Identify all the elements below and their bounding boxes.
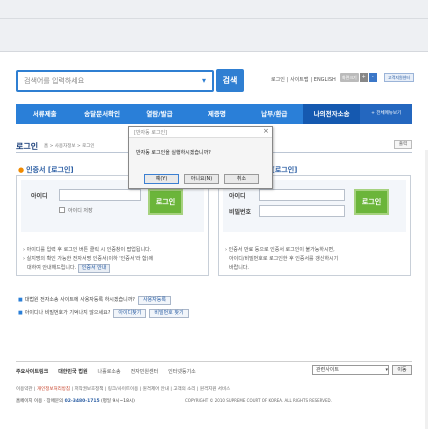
footer-link-main-sites: 주요사이트링크 <box>16 369 49 375</box>
chevron-down-icon[interactable]: ▾ <box>202 77 206 85</box>
nav-item-submit[interactable]: 서류제출 <box>16 104 73 124</box>
search-input[interactable]: 검색어를 입력하세요 ▾ <box>16 70 214 92</box>
find-password-button[interactable]: 비밀번호 찾기 <box>149 309 189 318</box>
id-input[interactable] <box>259 189 345 201</box>
cert-login-heading: ● 인증서 [로그인] <box>18 165 74 175</box>
cert-login-heading-text: 인증서 [로그인] <box>26 166 74 174</box>
bullet-icon: ■ <box>18 310 23 316</box>
main-nav: 서류제출 송달문서확인 열람/발급 제증명 납부/환급 나의전자소송 + 전체메… <box>16 104 412 124</box>
support-center-link[interactable]: 고객지원센터 <box>384 73 414 82</box>
nav-item-certificate[interactable]: 제증명 <box>188 104 245 124</box>
find-id-button[interactable]: 아이디찾기 <box>113 309 147 318</box>
breadcrumb: 홈 > 사용자정보 > 로그인 <box>44 144 95 149</box>
search-button[interactable]: 검색 <box>216 69 244 92</box>
footer-terms[interactable]: 이용약관 | <box>16 387 37 392</box>
cert-note-3-text: 대하여 안내해드립니다. <box>27 265 77 271</box>
save-id-checkbox[interactable] <box>59 207 65 213</box>
no-cert-login-panel: 아이디 비밀번호 로그인 › 인증서 만료 등으로 인증서 로그인이 불가능하시… <box>218 175 411 276</box>
find-account-row: ■ 아이디나 비밀번호가 기억나지 않으세요? 아이디찾기 비밀번호 찾기 <box>18 309 189 318</box>
footer-phone-number: 02-3480-1715 <box>64 399 100 404</box>
no-cert-note-3: 바랍니다. <box>229 265 249 271</box>
dialog-no-button[interactable]: 아니요(N) <box>184 174 219 184</box>
bullet-icon: ■ <box>18 297 23 303</box>
nav-item-payment[interactable]: 납부/환급 <box>246 104 303 124</box>
related-sites-value: 관련사이트 <box>316 367 340 373</box>
footer-link-self-litigation[interactable]: 나홀로소송 <box>98 368 121 375</box>
close-icon[interactable]: × <box>263 127 269 135</box>
find-question: 아이디나 비밀번호가 기억나지 않으세요? <box>24 310 111 316</box>
footer-policy-links: 이용약관 | 개인정보처리방침 | 저작권보호정책 | 링크/사이트이용 | 원… <box>16 386 230 392</box>
related-sites-select[interactable]: 관련사이트 ▾ <box>312 365 389 375</box>
no-cert-note-2: 아이디/비밀번호로 로그인한 후 인증서를 갱신하시기 <box>229 256 339 262</box>
utility-links: 로그인 | 사이트맵 | ENGLISH <box>271 77 336 83</box>
footer-contact: 홈페이지 이용 · 장애문의 02-3480-1715 (평일 9시~18시) <box>16 398 135 404</box>
search-placeholder: 검색어를 입력하세요 <box>24 77 85 85</box>
dialog-message: 반자동 로그인을 실행하시겠습니까? <box>136 150 211 156</box>
page-title: 로그인 <box>16 142 39 151</box>
font-size-label: 화면크기 <box>340 73 359 82</box>
footer-phone-hours: (평일 9시~18시) <box>99 399 135 404</box>
footer-link-civil-center[interactable]: 전자민원센터 <box>131 368 159 375</box>
id-label: 아이디 <box>229 193 246 200</box>
cert-note-2-text: 실지명의 확인 가능한 전자서명 인증서(이하 '인증서'라 함)에 <box>26 256 154 262</box>
id-login-button[interactable]: 로그인 <box>354 189 389 215</box>
footer-copyright: COPYRIGHT © 2010 SUPREME COURT OF KOREA.… <box>185 398 332 403</box>
browser-divider <box>0 18 428 19</box>
no-cert-note-1: › 인증서 만료 등으로 인증서 로그인이 불가능하시면, <box>225 247 335 253</box>
nav-item-my-case[interactable]: 나의전자소송 <box>302 104 361 124</box>
footer-link-court[interactable]: 대한민국 법원 <box>58 368 87 375</box>
print-button[interactable]: 출력 <box>394 140 412 149</box>
bullet-icon: ● <box>18 166 25 174</box>
dialog-yes-button[interactable]: 예(Y) <box>144 174 179 184</box>
footer-privacy-link[interactable]: 개인정보처리방침 <box>37 387 70 392</box>
nav-all-menu[interactable]: + 전체메뉴보기 <box>360 104 412 124</box>
password-label: 비밀번호 <box>229 209 252 216</box>
cert-guide-button[interactable]: 인증서 안내 <box>77 264 111 273</box>
util-english-link[interactable]: ENGLISH <box>314 77 336 83</box>
font-increase-button[interactable]: + <box>359 73 368 82</box>
nav-item-delivery[interactable]: 송달문서확인 <box>73 104 130 124</box>
cert-note-3: 대하여 안내해드립니다. 인증서 안내 <box>27 264 111 273</box>
cert-note-2: › 실지명의 확인 가능한 전자서명 인증서(이하 '인증서'라 함)에 <box>23 256 154 262</box>
footer-links: 주요사이트링크 대한민국 법원 나홀로소송 전자민원센터 인터넷등기소 <box>16 368 196 375</box>
font-size-control: 화면크기 + - <box>340 73 380 82</box>
signup-button[interactable]: 사용자등록 <box>137 296 171 305</box>
cert-note-1-text: 아이디를 입력 후 로그인 버튼 클릭 시 인증창이 팝업됩니다. <box>26 247 152 253</box>
auto-login-dialog: [반자동 로그인] × 반자동 로그인을 실행하시겠습니까? 예(Y) 아니요(… <box>128 126 273 189</box>
signup-question: 대법원 전자소송 사이트에 사용자등록 하시겠습니까? <box>24 297 135 303</box>
related-go-button[interactable]: 이동 <box>392 365 412 375</box>
dialog-titlebar[interactable]: [반자동 로그인] × <box>129 127 272 138</box>
browser-chrome <box>0 0 428 52</box>
dialog-title: [반자동 로그인] <box>134 130 168 136</box>
footer-policy-rest[interactable]: | 저작권보호정책 | 링크/사이트이용 | 원격제어 안내 | 고객의 소리 … <box>70 387 230 392</box>
font-decrease-button[interactable]: - <box>368 73 377 82</box>
no-cert-note-1-text: 인증서 만료 등으로 인증서 로그인이 불가능하시면, <box>228 247 335 253</box>
password-input[interactable] <box>259 205 345 217</box>
cert-login-button[interactable]: 로그인 <box>148 189 183 215</box>
util-login-link[interactable]: 로그인 <box>271 77 285 83</box>
dialog-cancel-button[interactable]: 취소 <box>224 174 259 184</box>
util-sitemap-link[interactable]: 사이트맵 <box>290 77 308 83</box>
id-input[interactable] <box>59 189 141 201</box>
footer-link-registry[interactable]: 인터넷등기소 <box>168 368 196 375</box>
cert-login-panel: 아이디 아이디 저장 로그인 › 아이디를 입력 후 로그인 버튼 클릭 시 인… <box>16 175 209 276</box>
footer-phone-prefix: 홈페이지 이용 · 장애문의 <box>16 399 65 404</box>
footer-divider <box>16 361 412 362</box>
chevron-down-icon: ▾ <box>385 367 388 373</box>
signup-row: ■ 대법원 전자소송 사이트에 사용자등록 하시겠습니까? 사용자등록 <box>18 296 171 305</box>
id-label: 아이디 <box>31 193 48 200</box>
save-id-label: 아이디 저장 <box>68 208 93 214</box>
nav-item-view-issue[interactable]: 열람/발급 <box>131 104 188 124</box>
cert-note-1: › 아이디를 입력 후 로그인 버튼 클릭 시 인증창이 팝업됩니다. <box>23 247 152 253</box>
